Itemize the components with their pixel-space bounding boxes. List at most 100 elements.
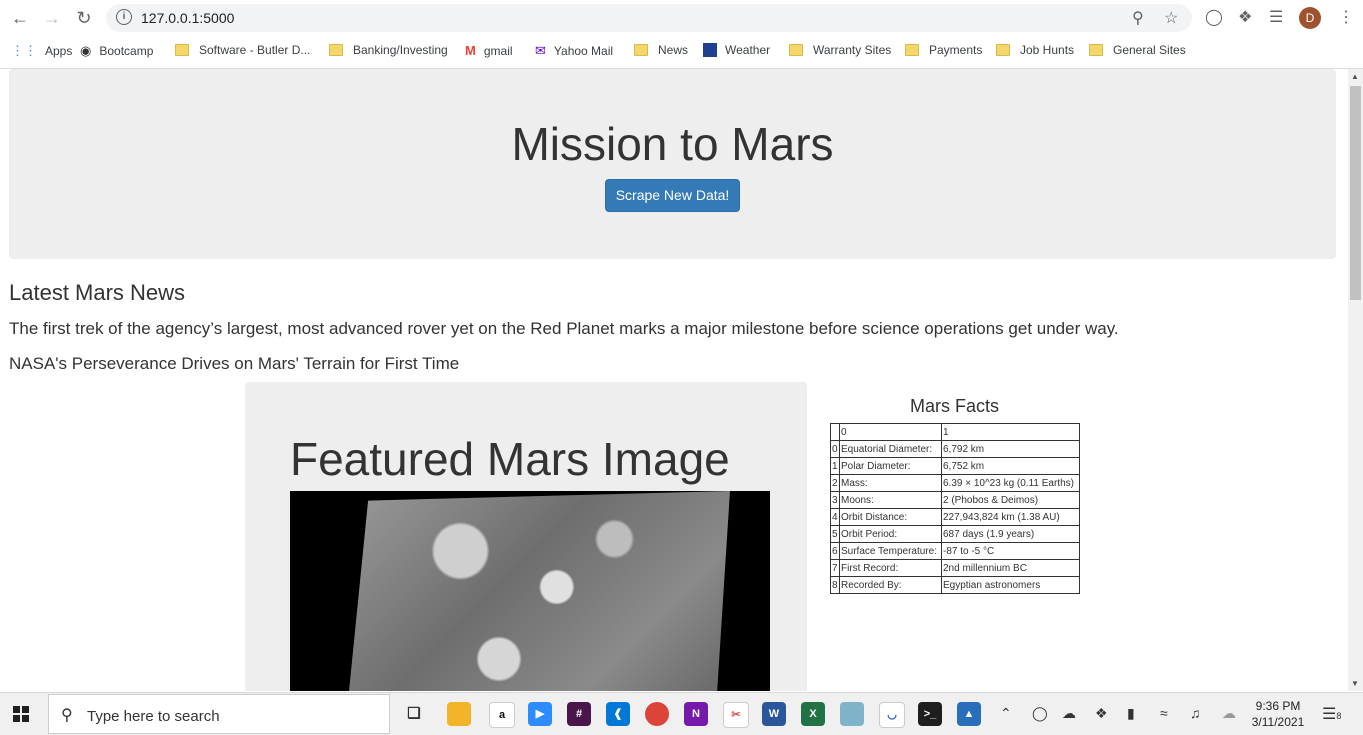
folder-icon bbox=[1089, 44, 1103, 56]
amazon-icon[interactable]: a bbox=[489, 702, 515, 728]
back-arrow-icon[interactable]: ← bbox=[8, 6, 32, 30]
facts-index: 8 bbox=[830, 576, 840, 594]
forward-arrow-icon[interactable]: → bbox=[40, 6, 64, 30]
facts-label: Equatorial Diameter: bbox=[839, 440, 942, 458]
wifi-icon[interactable]: ≈ bbox=[1160, 705, 1168, 721]
table-row: 1 Polar Diameter: 6,752 km bbox=[830, 457, 1080, 475]
facts-index: 1 bbox=[830, 457, 840, 475]
terminal-icon[interactable]: >_ bbox=[918, 702, 942, 726]
facts-index: 2 bbox=[830, 474, 840, 492]
featured-image-heading: Featured Mars Image bbox=[290, 433, 730, 485]
facts-value: 227,943,824 km (1.38 AU) bbox=[941, 508, 1080, 526]
media-control-icon[interactable]: ☰ bbox=[1269, 7, 1283, 27]
news-heading: Latest Mars News bbox=[9, 280, 186, 305]
onenote-icon[interactable]: N bbox=[684, 702, 708, 726]
bookmark-bootcamp[interactable]: ◉ Bootcamp bbox=[80, 43, 153, 59]
extension-icon[interactable]: ◯ bbox=[1205, 7, 1223, 27]
folder-icon bbox=[329, 44, 343, 56]
dropbox-icon[interactable]: ❖ bbox=[1095, 705, 1108, 722]
site-info-icon[interactable]: i bbox=[116, 9, 132, 25]
zoom-app-icon[interactable]: ▶ bbox=[528, 702, 552, 726]
tray-app-icon[interactable]: ◯ bbox=[1032, 705, 1048, 722]
bookmark-weather[interactable]: Weather bbox=[703, 43, 770, 57]
featured-mars-image bbox=[290, 491, 770, 691]
bookmark-software[interactable]: Software - Butler D... bbox=[175, 43, 310, 57]
notification-count: 8 bbox=[1336, 711, 1342, 721]
facts-header-index bbox=[830, 423, 840, 441]
table-row: 8 Recorded By: Egyptian astronomers bbox=[830, 576, 1080, 594]
address-url[interactable]: 127.0.0.1:5000 bbox=[141, 10, 234, 26]
folder-icon bbox=[996, 44, 1010, 56]
weather-tray-icon[interactable]: ☁ bbox=[1222, 705, 1236, 722]
clock-time: 9:36 PM bbox=[1255, 699, 1301, 713]
bookmark-gmail[interactable]: Mgmail bbox=[465, 43, 513, 58]
vscode-icon[interactable]: ❰ bbox=[606, 702, 630, 726]
facts-label: Surface Temperature: bbox=[839, 542, 942, 560]
clock-date: 3/11/2021 bbox=[1251, 715, 1305, 729]
facts-label: Mass: bbox=[839, 474, 942, 492]
tray-overflow-icon[interactable]: ⌃ bbox=[1000, 705, 1012, 722]
jumbotron: Mission to Mars Scrape New Data! bbox=[9, 69, 1336, 259]
windows-taskbar: ⚲ Type here to search ❏ a ▶ # ❰ N ✂ W X … bbox=[0, 692, 1363, 735]
notification-center-icon[interactable]: ☰8 bbox=[1322, 704, 1341, 724]
bookmark-banking[interactable]: Banking/Investing bbox=[329, 43, 448, 57]
onedrive-icon[interactable]: ☁ bbox=[1062, 705, 1076, 722]
mars-facts-table: 0 1 0 Equatorial Diameter: 6,792 km 1 Polar… bbox=[830, 423, 1080, 594]
scrape-button[interactable]: Scrape New Data! bbox=[605, 179, 740, 212]
reload-icon[interactable]: ↻ bbox=[72, 6, 96, 30]
bookmarks-bar: ⋮⋮ Apps ◉ Bootcamp Software - Butler D... … bbox=[0, 36, 1363, 69]
globe-icon: ◉ bbox=[80, 43, 92, 58]
table-row: 6 Surface Temperature: -87 to -5 °C bbox=[830, 542, 1080, 560]
bookmark-job-hunts[interactable]: Job Hunts bbox=[996, 43, 1074, 57]
table-row: 0 Equatorial Diameter: 6,792 km bbox=[830, 440, 1080, 458]
bookmark-general-sites[interactable]: General Sites bbox=[1089, 43, 1186, 57]
snip-tool-icon[interactable]: ✂ bbox=[723, 702, 749, 728]
zoom-icon[interactable]: ⚲ bbox=[1132, 8, 1144, 28]
facts-index: 4 bbox=[830, 508, 840, 526]
facts-label: First Record: bbox=[839, 559, 942, 577]
taskbar-clock[interactable]: 9:36 PM 3/11/2021 bbox=[1250, 698, 1306, 730]
browser-menu-icon[interactable]: ⋮ bbox=[1338, 7, 1354, 27]
app-icon[interactable]: ◡ bbox=[879, 702, 905, 728]
bookmark-star-icon[interactable]: ☆ bbox=[1164, 8, 1178, 28]
word-icon[interactable]: W bbox=[762, 702, 786, 726]
bookmark-apps[interactable]: ⋮⋮ Apps bbox=[11, 43, 72, 59]
battery-icon[interactable]: ▮ bbox=[1127, 705, 1135, 722]
puzzle-extensions-icon[interactable]: ❖ bbox=[1238, 7, 1252, 27]
bookmark-warranty[interactable]: Warranty Sites bbox=[789, 43, 891, 57]
task-view-icon[interactable]: ❏ bbox=[402, 702, 426, 726]
scroll-up-icon[interactable]: ▲ bbox=[1351, 72, 1359, 81]
chrome-icon[interactable] bbox=[645, 702, 669, 726]
facts-value: 687 days (1.9 years) bbox=[941, 525, 1080, 543]
file-explorer-icon[interactable] bbox=[447, 702, 471, 726]
facts-index: 5 bbox=[830, 525, 840, 543]
scroll-thumb[interactable] bbox=[1350, 86, 1361, 300]
facts-label: Polar Diameter: bbox=[839, 457, 942, 475]
news-paragraph: The first trek of the agency’s largest, … bbox=[9, 319, 1119, 338]
table-row: 7 First Record: 2nd millennium BC bbox=[830, 559, 1080, 577]
facts-label: Orbit Period: bbox=[839, 525, 942, 543]
taskbar-search-box[interactable]: ⚲ Type here to search bbox=[48, 694, 390, 734]
address-bar[interactable]: i 127.0.0.1:5000 ⚲ ☆ bbox=[106, 4, 1192, 32]
folder-icon bbox=[789, 44, 803, 56]
folder-icon bbox=[905, 44, 919, 56]
bookmark-news[interactable]: News bbox=[634, 43, 688, 57]
page-scrollbar[interactable]: ▲ ▼ bbox=[1348, 69, 1363, 691]
notes-app-icon[interactable] bbox=[840, 702, 864, 726]
volume-icon[interactable]: ♫ bbox=[1190, 705, 1201, 721]
profile-avatar[interactable]: D bbox=[1299, 7, 1321, 29]
facts-value: 6.39 × 10^23 kg (0.11 Earths) bbox=[941, 474, 1080, 492]
mars-facts-title: Mars Facts bbox=[909, 396, 999, 416]
bookmark-yahoo-mail[interactable]: ✉ Yahoo Mail bbox=[535, 43, 613, 59]
excel-icon[interactable]: X bbox=[801, 702, 825, 726]
windows-start-icon[interactable] bbox=[13, 706, 29, 722]
scroll-down-icon[interactable]: ▼ bbox=[1351, 679, 1359, 688]
apps-grid-icon: ⋮⋮ bbox=[11, 43, 37, 58]
bookmark-payments[interactable]: Payments bbox=[905, 43, 982, 57]
table-row: 5 Orbit Period: 687 days (1.9 years) bbox=[830, 525, 1080, 543]
photos-icon[interactable]: ▲ bbox=[957, 702, 981, 726]
featured-image-panel: Featured Mars Image bbox=[245, 382, 807, 691]
slack-icon[interactable]: # bbox=[567, 702, 591, 726]
table-row: 4 Orbit Distance: 227,943,824 km (1.38 AU) bbox=[830, 508, 1080, 526]
facts-header-col0: 0 bbox=[839, 423, 942, 441]
